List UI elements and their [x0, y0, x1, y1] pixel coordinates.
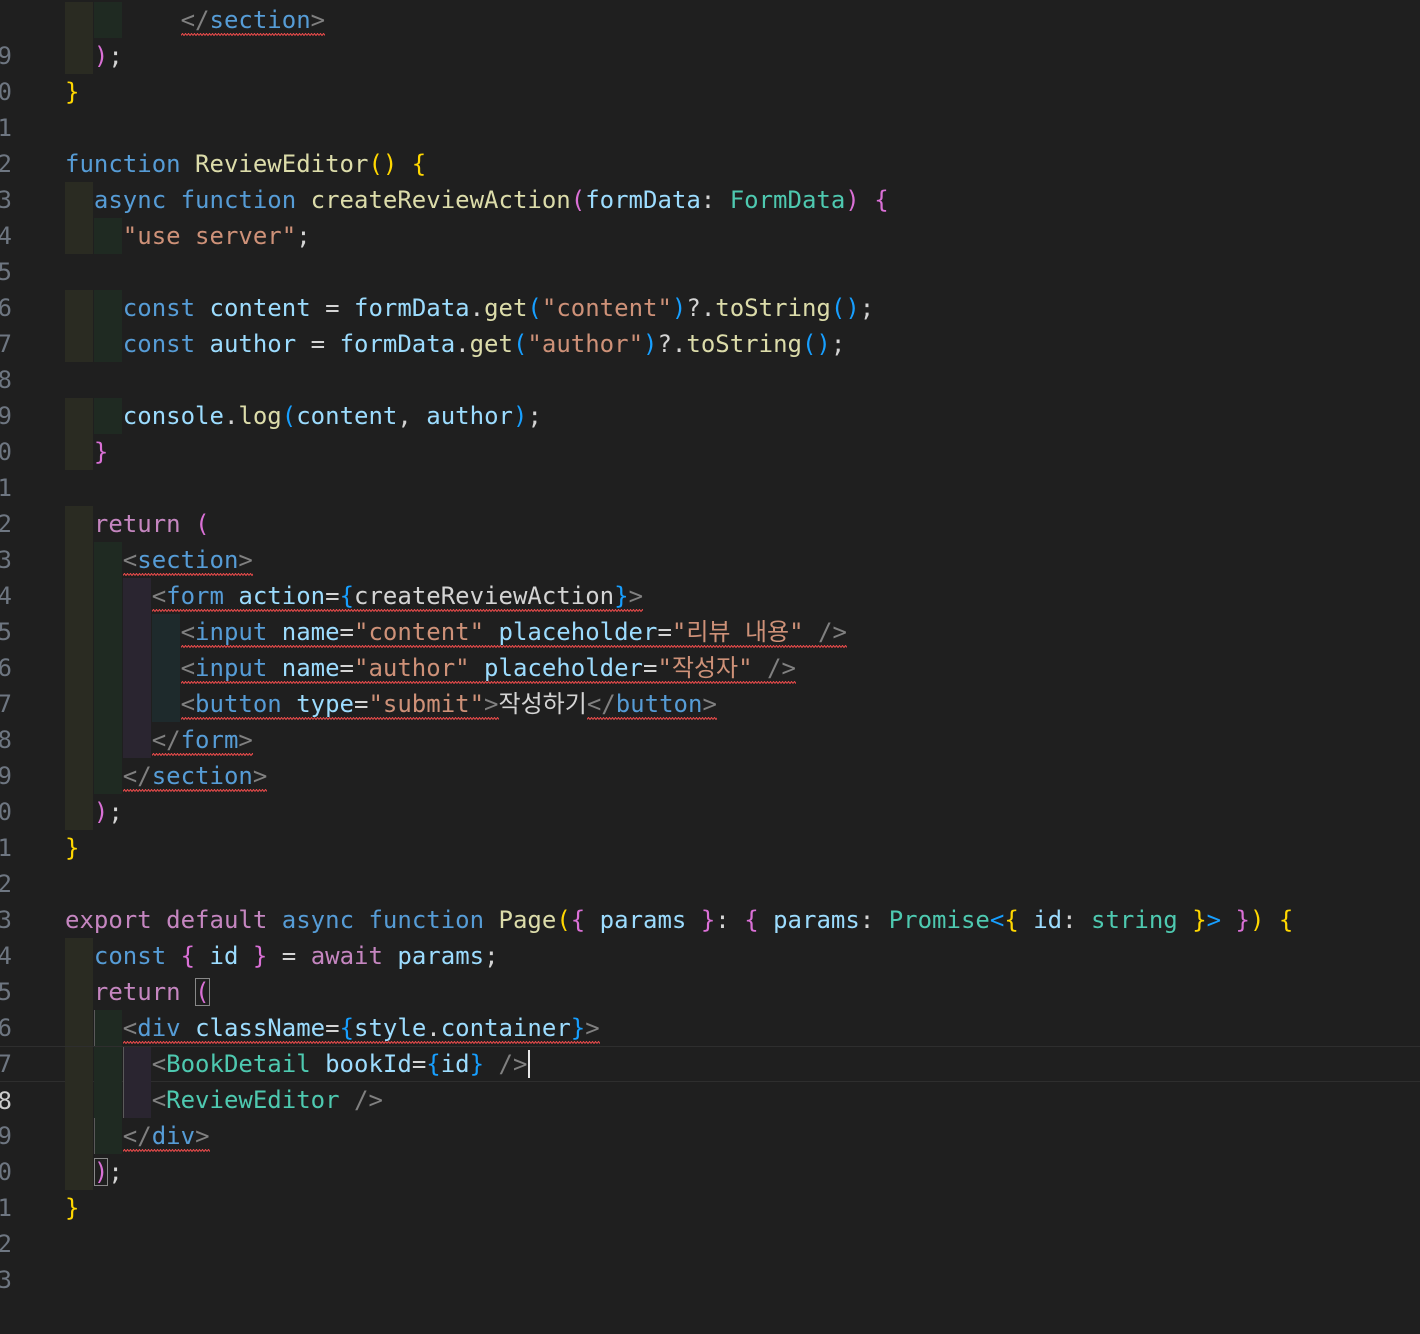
code-line[interactable]: 7 <div className={style.container}> [0, 1010, 1420, 1078]
code-line[interactable]: 6 return ( [0, 974, 1420, 1042]
code-line[interactable]: 3 [0, 1226, 1420, 1294]
code-line[interactable]: 2 [0, 110, 1420, 178]
code-line[interactable]: 6 [0, 254, 1420, 322]
code-line[interactable]: 6 <input name="content" placeholder="리뷰 … [0, 614, 1420, 682]
code-line[interactable]: 5 "use server"; [0, 218, 1420, 286]
code-line[interactable]: 7 const content = formData.get("content"… [0, 290, 1420, 358]
code-line[interactable]: 1 } [0, 74, 1420, 142]
code-line[interactable]: 5 const { id } = await params; [0, 938, 1420, 1006]
code-line[interactable]: 9 [0, 362, 1420, 430]
code-line[interactable]: 0 </section> [0, 758, 1420, 826]
code-line[interactable]: 4 <section> [0, 542, 1420, 610]
code-line[interactable]: 2 } [0, 1190, 1420, 1258]
code-line[interactable]: 1 ); [0, 1154, 1420, 1222]
code-line[interactable]: 3 return ( [0, 506, 1420, 574]
code-line[interactable]: 3 [0, 866, 1420, 934]
code-line[interactable]: 5 <form action={createReviewAction}> [0, 578, 1420, 646]
code-line[interactable]: 2 [0, 470, 1420, 538]
code-line-current[interactable]: 8 <BookDetail bookId={id} /> [0, 1046, 1420, 1115]
code-line[interactable]: 4 async function createReviewAction(form… [0, 182, 1420, 250]
text-cursor [528, 1050, 531, 1078]
line-number: 3 [0, 1266, 12, 1294]
code-line[interactable]: 0 console.log(content, author); [0, 398, 1420, 466]
code-line[interactable]: 9 </form> [0, 722, 1420, 790]
code-line[interactable]: 0 </div> [0, 1118, 1420, 1186]
code-editor[interactable]: 9 </section> 0 ); 1 } 2 3 function Revie… [0, 0, 1420, 1294]
code-line[interactable]: 8 <button type="submit">작성하기</button> [0, 686, 1420, 754]
code-line[interactable]: 1 ); [0, 794, 1420, 862]
code-line[interactable]: 1 } [0, 434, 1420, 502]
code-line[interactable]: 3 function ReviewEditor() { [0, 146, 1420, 214]
code-line[interactable]: 9 </section> [0, 2, 1420, 70]
code-line[interactable]: 4 export default async function Page({ p… [0, 902, 1420, 970]
code-line[interactable]: 9 <ReviewEditor /> [0, 1082, 1420, 1150]
code-line[interactable]: 2 } [0, 830, 1420, 898]
code-line[interactable]: 8 const author = formData.get("author")?… [0, 326, 1420, 394]
code-line[interactable]: 0 ); [0, 38, 1420, 106]
code-line[interactable]: 7 <input name="author" placeholder="작성자"… [0, 650, 1420, 718]
